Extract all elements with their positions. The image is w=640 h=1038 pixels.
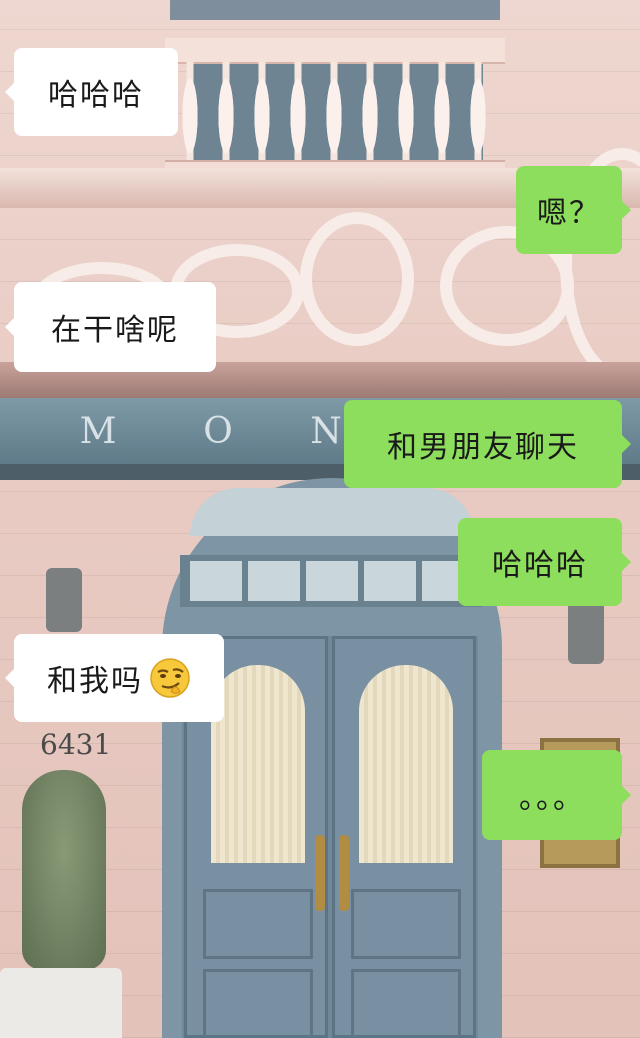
balcony-rail-top xyxy=(165,38,505,64)
message-text: 。。。 xyxy=(519,781,585,816)
sign-letter: O xyxy=(203,411,233,452)
transom-pane xyxy=(306,561,358,601)
potted-plant xyxy=(22,770,106,970)
door-panel xyxy=(351,969,461,1038)
transom-pane xyxy=(364,561,416,601)
transom-window xyxy=(180,555,482,607)
door-panel xyxy=(351,889,461,959)
message-text: 和我吗 xyxy=(47,664,143,699)
baluster xyxy=(395,62,417,160)
message-bubble-outgoing[interactable]: 哈哈哈 xyxy=(458,518,631,606)
wall-lamp xyxy=(46,568,82,632)
fanlight-window xyxy=(190,488,474,536)
message-bubble-outgoing[interactable]: 和男朋友聊天 xyxy=(344,400,631,488)
baluster xyxy=(179,62,201,160)
wall-lamp xyxy=(568,600,604,664)
baluster xyxy=(287,62,309,160)
message-text: 哈哈哈 xyxy=(492,548,588,583)
ornament-scroll xyxy=(300,212,414,346)
transom-pane xyxy=(248,561,300,601)
message-bubble-incoming[interactable]: 哈哈哈 xyxy=(5,48,178,136)
baluster xyxy=(251,62,273,160)
message-bubble-outgoing[interactable]: 。。。 xyxy=(482,750,631,840)
door-curtain xyxy=(359,665,453,863)
double-door xyxy=(182,636,478,1038)
baluster xyxy=(431,62,453,160)
door-panel xyxy=(203,969,313,1038)
sign-letter: M xyxy=(79,411,117,452)
door-handle xyxy=(315,835,325,911)
door-right xyxy=(332,636,476,1038)
smirk-emoji-icon xyxy=(150,658,190,698)
baluster xyxy=(323,62,345,160)
message-bubble-incoming[interactable]: 和我吗 xyxy=(5,634,224,722)
message-text: 哈哈哈 xyxy=(48,78,144,113)
message-text: 和男朋友聊天 xyxy=(387,430,579,465)
baluster xyxy=(215,62,237,160)
sign-letter: N xyxy=(310,411,342,452)
baluster xyxy=(467,62,489,160)
message-bubble-incoming[interactable]: 在干啥呢 xyxy=(5,282,216,372)
plant-pot xyxy=(0,968,122,1038)
door-handle xyxy=(339,835,349,911)
message-text: 在干啥呢 xyxy=(51,313,179,348)
transom-pane xyxy=(190,561,242,601)
address-number: 6431 xyxy=(40,728,112,761)
message-text: 嗯？ xyxy=(537,196,601,231)
door-curtain xyxy=(211,665,305,863)
baluster xyxy=(359,62,381,160)
upper-window xyxy=(170,0,500,20)
balcony xyxy=(165,20,505,176)
message-bubble-outgoing[interactable]: 嗯？ xyxy=(516,166,631,254)
door-panel xyxy=(203,889,313,959)
